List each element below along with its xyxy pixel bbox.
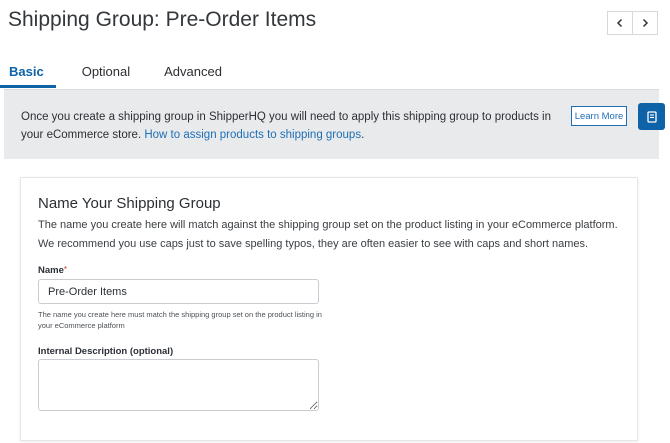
help-docs-button[interactable] — [638, 103, 665, 130]
info-banner: Once you create a shipping group in Ship… — [4, 89, 659, 159]
internal-description-textarea[interactable] — [38, 359, 319, 411]
card-description: The name you create here will match agai… — [38, 219, 618, 250]
tab-optional[interactable]: Optional — [70, 56, 142, 88]
banner-link-suffix: . — [361, 129, 365, 141]
assign-products-link[interactable]: How to assign products to shipping group… — [144, 129, 361, 141]
chevron-left-icon — [616, 18, 623, 28]
internal-description-label: Internal Description (optional) — [38, 346, 174, 357]
previous-record-button[interactable] — [607, 11, 633, 35]
name-label-text: Name — [38, 265, 64, 276]
card-title: Name Your Shipping Group — [38, 195, 221, 212]
name-field-help: The name you create here must match the … — [38, 310, 322, 330]
tab-bar: Basic Optional Advanced — [0, 56, 234, 88]
book-icon — [646, 110, 657, 123]
record-pager — [607, 11, 658, 35]
learn-more-button[interactable]: Learn More — [571, 106, 627, 126]
name-field-label: Name* — [38, 265, 67, 276]
required-marker: * — [63, 265, 67, 274]
tab-advanced[interactable]: Advanced — [152, 56, 234, 88]
page-title: Shipping Group: Pre-Order Items — [8, 8, 317, 31]
tab-basic[interactable]: Basic — [0, 56, 56, 88]
name-group-card: Name Your Shipping Group The name you cr… — [20, 177, 638, 441]
name-input[interactable] — [38, 279, 319, 304]
next-record-button[interactable] — [633, 11, 658, 35]
banner-text: Once you create a shipping group in Ship… — [21, 108, 561, 144]
chevron-right-icon — [642, 18, 649, 28]
